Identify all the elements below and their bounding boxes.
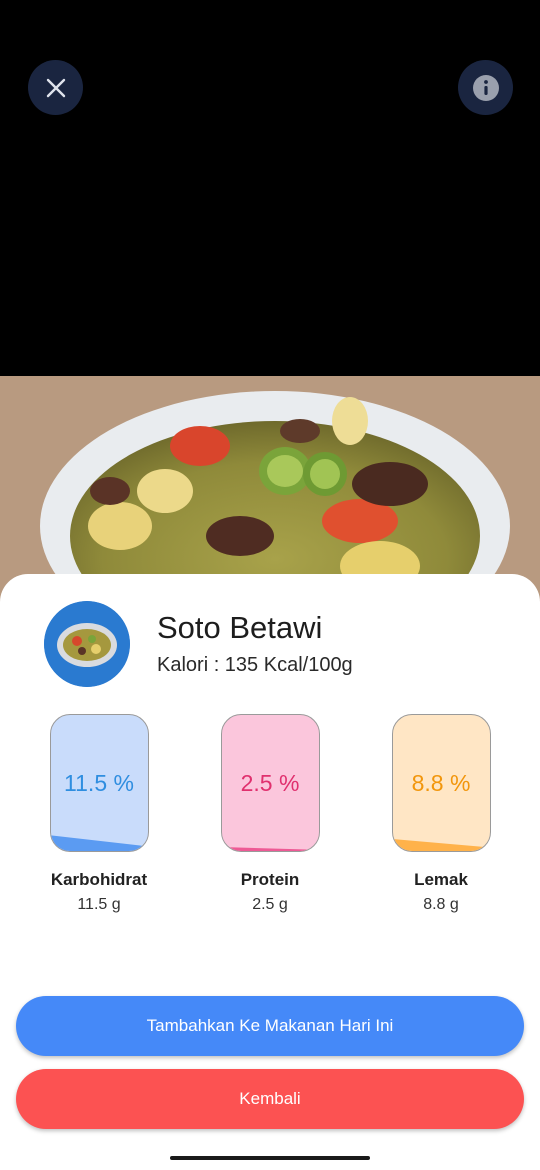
nutrient-amount: 11.5 g (77, 896, 121, 913)
nutrient-karbohidrat: 11.5 % Karbohidrat 11.5 g (29, 714, 169, 914)
home-indicator[interactable] (170, 1156, 370, 1160)
food-thumbnail-image (44, 601, 130, 687)
nutrient-label: Karbohidrat (50, 870, 148, 889)
food-photo (0, 376, 540, 606)
info-icon (472, 74, 499, 101)
food-thumbnail (44, 601, 130, 687)
nutrient-fill (221, 847, 319, 851)
nutrient-lemak: 8.8 % Lemak 8.8 g (371, 714, 511, 914)
close-icon (46, 78, 65, 97)
food-calories: Kalori : 135 Kcal/100g (157, 654, 353, 676)
nutrient-label: Protein (240, 870, 300, 889)
nutrient-pill: 2.5 % (220, 714, 320, 852)
food-name: Soto Betawi (157, 610, 323, 645)
info-button[interactable] (458, 60, 513, 115)
nutrient-fill (392, 839, 490, 851)
close-button[interactable] (28, 60, 83, 115)
add-to-today-button[interactable]: Tambahkan Ke Makanan Hari Ini (16, 996, 524, 1056)
back-button[interactable]: Kembali (16, 1069, 524, 1129)
nutrition-sheet: Soto Betawi Kalori : 135 Kcal/100g 11.5 … (0, 574, 540, 1170)
food-photo-image (0, 376, 540, 606)
camera-area (0, 0, 540, 376)
nutrient-percent: 8.8 % (411, 769, 471, 796)
nutrient-amount: 8.8 g (423, 896, 459, 913)
nutrient-pill: 8.8 % (391, 714, 491, 852)
nutrient-percent: 2.5 % (240, 769, 300, 796)
nutrient-fill (50, 835, 148, 851)
nutrient-label: Lemak (414, 870, 468, 889)
nutrient-protein: 2.5 % Protein 2.5 g (200, 714, 340, 914)
nutrient-percent: 11.5 % (64, 769, 134, 796)
nutrient-pill: 11.5 % (49, 714, 149, 852)
nutrient-amount: 2.5 g (252, 896, 288, 913)
